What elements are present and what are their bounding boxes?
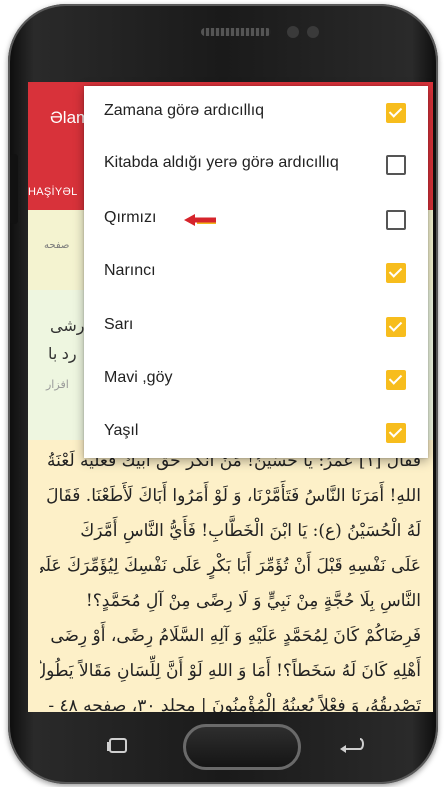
band-caption: صفحه xyxy=(44,240,70,251)
speaker-grille xyxy=(201,28,271,36)
checkbox[interactable] xyxy=(386,263,406,283)
arabic-line: لَهُ الْحُسَيْنُ (ع): يَا ابْنَ الْخَطَّ… xyxy=(80,521,421,541)
menu-item-label: Qırmızı xyxy=(104,209,157,226)
menu-item-orange[interactable]: Narıncı xyxy=(84,246,428,298)
checkbox[interactable] xyxy=(386,423,406,443)
menu-item-red[interactable]: Qırmızı xyxy=(84,193,428,245)
menu-item-sort-by-time[interactable]: Zamana görə ardıcıllıq xyxy=(84,86,428,138)
recent-apps-icon[interactable] xyxy=(338,736,364,754)
left-arrow-icon xyxy=(184,214,216,226)
arabic-line: تَصْدِيقُهُ، وَ فِعْلاً يُعِينُهُ الْمُؤ… xyxy=(48,696,421,712)
menu-item-blue[interactable]: Mavi ,göy xyxy=(84,353,428,405)
checkbox[interactable] xyxy=(386,155,406,175)
arabic-line: عَلَى نَفْسِهِ قَبْلَ أَنْ تُؤَمِّرَ أَب… xyxy=(40,556,421,576)
menu-item-label: Yaşıl xyxy=(104,422,139,439)
arabic-line: فَرِضَاكُمْ كَانَ لِمُحَمَّدٍ عَلَيْهِ و… xyxy=(50,626,421,646)
arabic-text-block: فقال [١] عمرُ: يا حُسَيْنُ! مَنْ أنكر حق… xyxy=(28,444,433,712)
band-line-1: رشی xyxy=(50,318,85,335)
menu-item-label: Kitabda aldığı yerə görə ardıcıllıq xyxy=(104,154,339,171)
filter-menu: Zamana görə ardıcıllıq Kitabda aldığı ye… xyxy=(84,86,428,458)
arabic-line: أَهْلِهِ كَانَ لَهُ سَخَطاً؟! أَمَا وَ ا… xyxy=(40,661,421,681)
menu-item-label: Zamana görə ardıcıllıq xyxy=(104,102,265,119)
menu-item-label: Mavi ,göy xyxy=(104,369,173,386)
band-line-2: رد با xyxy=(48,346,77,363)
home-button[interactable] xyxy=(183,724,301,770)
proximity-sensor xyxy=(307,26,319,38)
tab-hasiyeler[interactable]: HAŞİYƏL xyxy=(28,186,78,198)
back-icon[interactable] xyxy=(106,738,128,754)
arabic-line: النَّاسِ بِلَا حُجَّةٍ مِنْ نَبِيٍّ وَ ل… xyxy=(85,591,421,611)
checkbox[interactable] xyxy=(386,210,406,230)
menu-item-label: Sarı xyxy=(104,316,134,333)
side-button xyxy=(10,154,18,224)
checkbox[interactable] xyxy=(386,317,406,337)
navigation-bar xyxy=(28,712,433,780)
menu-item-label: Narıncı xyxy=(104,262,156,279)
menu-item-green[interactable]: Yaşıl xyxy=(84,406,428,458)
band-small-label: افزار xyxy=(46,379,69,391)
checkbox[interactable] xyxy=(386,370,406,390)
menu-item-yellow[interactable]: Sarı xyxy=(84,300,428,352)
checkbox[interactable] xyxy=(386,103,406,123)
menu-item-sort-by-book-position[interactable]: Kitabda aldığı yerə görə ardıcıllıq xyxy=(84,138,428,190)
front-camera xyxy=(287,26,299,38)
arabic-line: اللهِ! أَمَرَنَا النَّاسُ فَتَأَمَّرْنَا… xyxy=(46,486,421,506)
